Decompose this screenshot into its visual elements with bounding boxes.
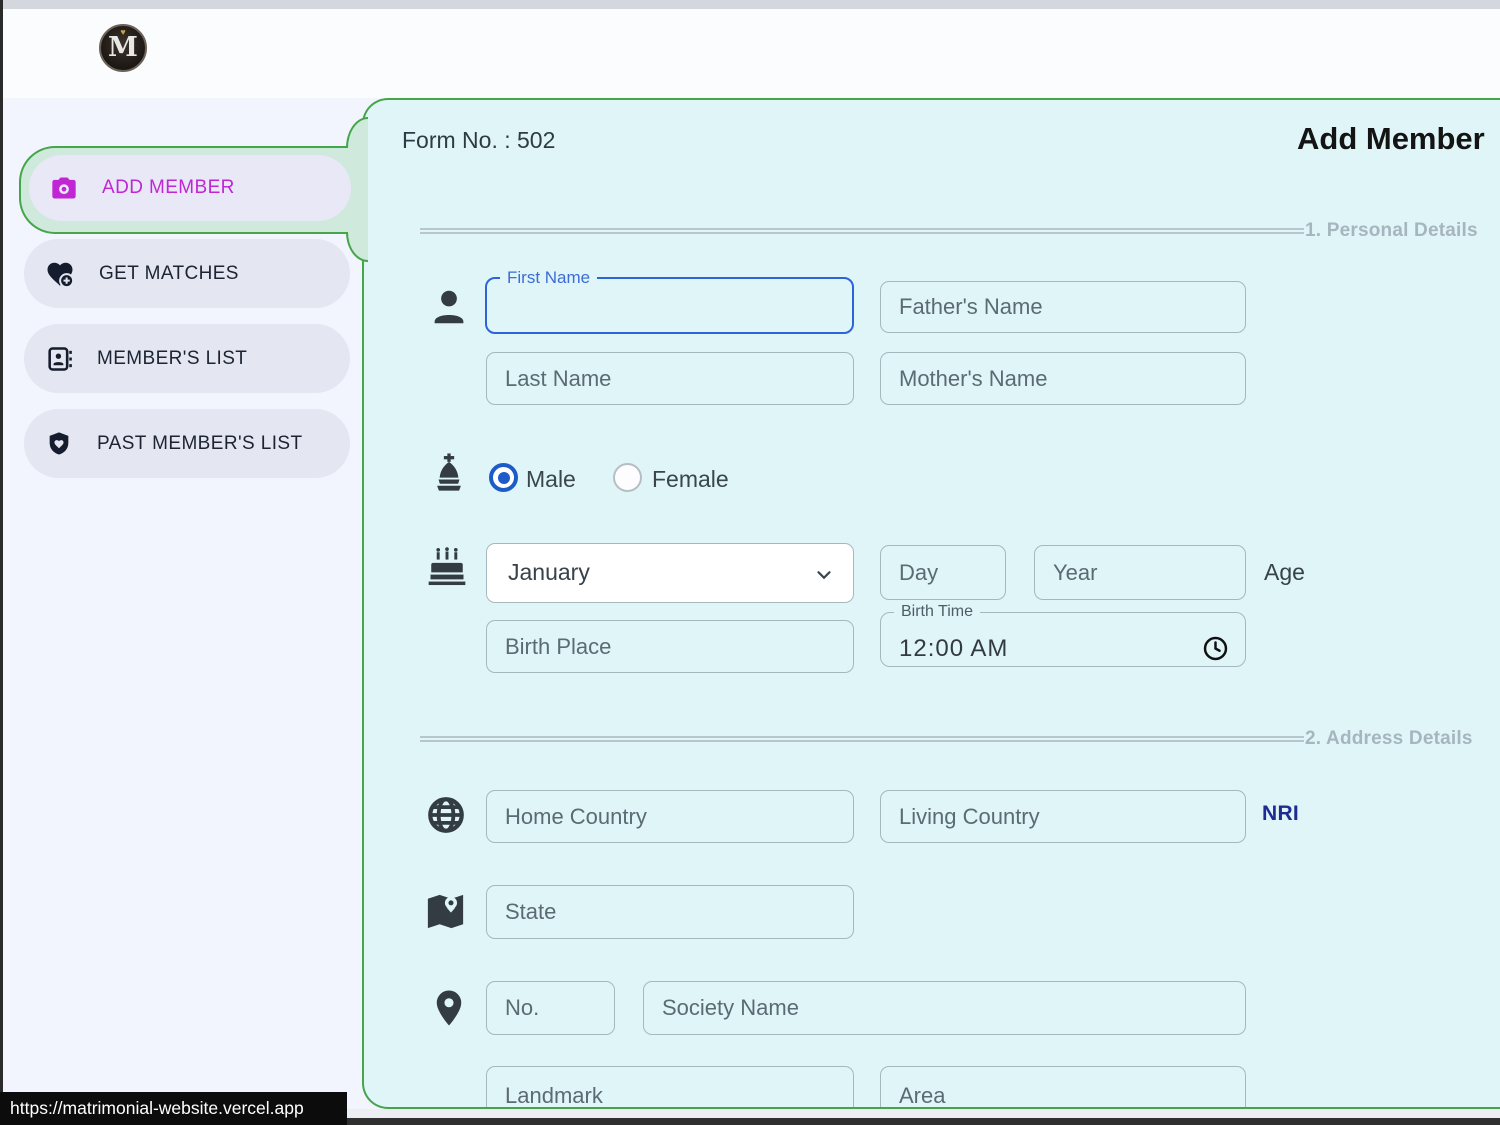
clock-icon[interactable] [1202,635,1229,662]
birth-month-select[interactable]: January [486,543,854,603]
gender-radio-male[interactable] [489,463,518,492]
radio-dot [498,472,510,484]
house-no-input[interactable] [486,981,615,1035]
society-name-input[interactable] [643,981,1246,1035]
birth-time-value: 12:00 AM [899,635,1008,663]
window-top-strip [0,0,1500,9]
birth-time-field[interactable]: Birth Time 12:00 AM [880,603,1246,667]
birth-day-input[interactable] [880,545,1006,600]
section-legend-address: 2. Address Details [1305,728,1473,750]
map-icon [422,888,469,935]
gender-radio-female[interactable] [613,463,642,492]
birth-month-value: January [508,559,590,586]
gender-label-male[interactable]: Male [526,466,576,493]
state-input[interactable] [486,885,854,939]
location-pin-icon [428,984,470,1032]
sidebar-item-label: ADD MEMBER [102,177,235,199]
contact-card-icon [45,345,73,373]
birth-place-input[interactable] [486,620,854,673]
logo-monogram: M [101,32,145,63]
page-title: Add Member [1297,121,1485,157]
sidebar-item-add-member[interactable]: ADD MEMBER [29,155,351,221]
app-logo: ♥ M [99,24,147,72]
first-name-input[interactable] [487,288,852,324]
globe-icon [425,794,467,836]
birth-year-input[interactable] [1034,545,1246,600]
section-divider [420,736,1304,742]
camera-icon [50,174,78,202]
nri-label: NRI [1262,802,1299,826]
status-url-bar: https://matrimonial-website.vercel.app [0,1092,347,1125]
father-name-input[interactable] [880,281,1246,333]
living-country-input[interactable] [880,790,1246,843]
sidebar-item-members-list[interactable]: MEMBER'S LIST [24,324,350,393]
sidebar-item-label: GET MATCHES [99,263,239,285]
sidebar-item-label: MEMBER'S LIST [97,348,247,370]
first-name-label: First Name [500,268,597,288]
mother-name-input[interactable] [880,352,1246,405]
section-divider [420,228,1304,234]
last-name-input[interactable] [486,352,854,405]
shield-heart-icon [45,430,73,458]
window-left-edge [0,0,3,1125]
connector-fillet-bottom [346,232,368,262]
landmark-input[interactable] [486,1066,854,1109]
person-icon [426,284,472,330]
heart-plus-icon [45,259,75,289]
add-member-panel: Form No. : 502 Add Member 1. Personal De… [362,98,1500,1109]
sidebar-item-label: PAST MEMBER'S LIST [97,433,302,455]
form-number: Form No. : 502 [402,127,555,154]
age-label: Age [1264,559,1305,586]
section-legend-personal: 1. Personal Details [1305,220,1478,242]
birth-time-label: Birth Time [894,603,980,621]
app-header [0,9,1500,98]
area-input[interactable] [880,1066,1246,1109]
status-url: https://matrimonial-website.vercel.app [10,1098,304,1119]
connector-fillet-top [346,117,368,148]
sidebar-item-get-matches[interactable]: GET MATCHES [24,239,350,308]
sidebar-item-past-members-list[interactable]: PAST MEMBER'S LIST [24,409,350,478]
chevron-down-icon [813,564,835,586]
birthday-cake-icon [425,546,469,590]
first-name-field[interactable]: First Name [485,268,854,334]
gender-label-female[interactable]: Female [652,466,729,493]
home-country-input[interactable] [486,790,854,843]
crown-icon [427,452,471,496]
